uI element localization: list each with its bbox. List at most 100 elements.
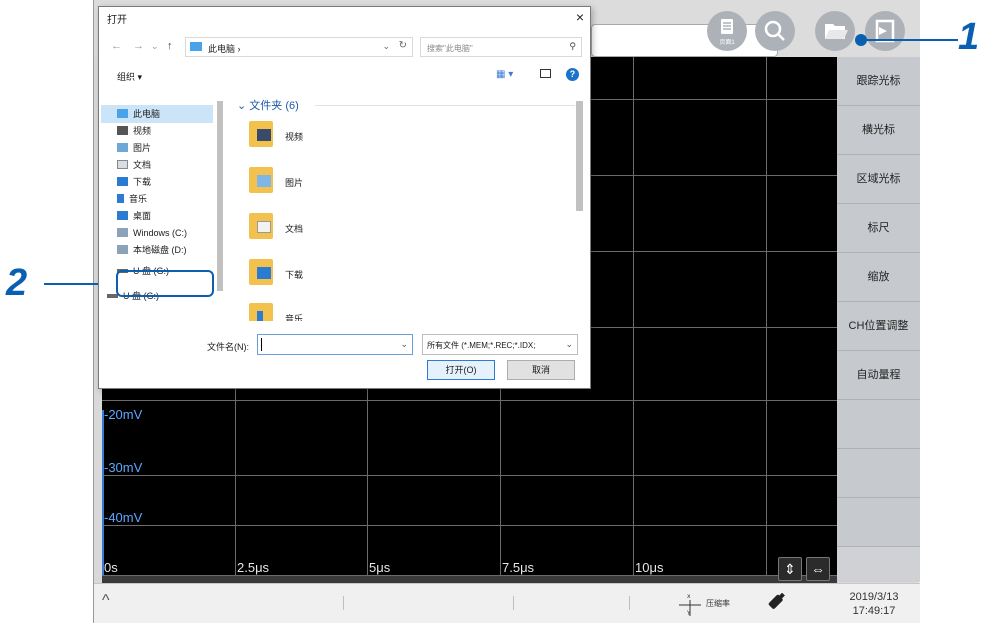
nav-item-label: 视频	[133, 126, 152, 136]
open-file-button[interactable]	[815, 11, 855, 51]
x-axis-label: 0s	[104, 560, 118, 575]
page-button[interactable]: 页面1	[707, 11, 747, 51]
view-options-icon[interactable]: ▦ ▾	[496, 69, 513, 80]
nav-item-drive-d[interactable]: 本地磁盘 (D:)	[117, 242, 187, 258]
nav-item-pictures[interactable]: 图片	[117, 140, 151, 156]
nav-item-videos[interactable]: 视频	[117, 123, 151, 139]
separator	[513, 596, 514, 610]
filetype-value: 所有文件 (*.MEM;*.REC;*.IDX;	[427, 341, 536, 350]
nav-item-label: 下载	[133, 177, 152, 187]
up-arrow-icon[interactable]: ↑	[167, 40, 173, 52]
music-overlay	[257, 311, 263, 321]
svg-text:Y: Y	[686, 610, 691, 617]
vertical-arrows-icon: ⇕	[784, 561, 796, 577]
organize-menu[interactable]: 组织 ▾	[117, 70, 142, 83]
pc-icon	[117, 109, 128, 118]
nav-item-downloads[interactable]: 下载	[117, 174, 151, 190]
text-caret	[261, 338, 262, 351]
forward-arrow-icon[interactable]: →	[133, 40, 144, 52]
y-axis-label: -40mV	[104, 510, 143, 525]
callout-number: 2	[6, 262, 28, 304]
x-axis-label: 7.5μs	[502, 560, 535, 575]
pc-icon	[190, 42, 202, 51]
horizontal-expand-button[interactable]: ⇔	[806, 557, 830, 581]
chevron-down-icon[interactable]: ⌄	[400, 339, 408, 350]
nav-scrollbar[interactable]	[214, 89, 225, 321]
nav-item-label: 桌面	[133, 211, 152, 221]
back-arrow-icon[interactable]: ←	[111, 40, 122, 52]
grid-line	[102, 475, 837, 476]
empty-sidebar-button[interactable]	[837, 400, 920, 449]
help-icon[interactable]: ?	[566, 68, 579, 81]
zoom-sidebar-button[interactable]: 缩放	[837, 253, 920, 302]
export-button[interactable]	[865, 11, 905, 51]
right-sidebar: 跟踪光标 横光标 区域光标 标尺 缩放 CH位置调整 自动量程	[837, 57, 920, 582]
divider	[315, 105, 575, 106]
folder-label: 图片	[285, 178, 304, 188]
nav-item-desktop[interactable]: 桌面	[117, 208, 151, 224]
area-cursor-button[interactable]: 区域光标	[837, 155, 920, 204]
expand-caret-icon[interactable]: ^	[102, 592, 110, 610]
search-box[interactable]: 搜索"此电脑" ⚲	[420, 37, 582, 57]
scroll-thumb[interactable]	[217, 101, 223, 291]
xy-compress-icon[interactable]: x Y	[677, 592, 703, 618]
filename-label: 文件名(N):	[207, 342, 249, 352]
x-axis-label: 2.5μs	[237, 560, 270, 575]
chevron-down-icon[interactable]: ⌄	[151, 41, 159, 52]
chevron-down-icon: ⌄	[565, 339, 573, 349]
scroll-thumb[interactable]	[576, 101, 583, 211]
separator	[629, 596, 630, 610]
folder-label: 音乐	[285, 314, 304, 321]
address-bar[interactable]: 此电脑 › ⌄ ↻	[185, 37, 413, 57]
nav-item-documents[interactable]: 文档	[117, 157, 151, 173]
preview-pane-icon[interactable]	[540, 69, 551, 78]
trace-cursor-button[interactable]: 跟踪光标	[837, 57, 920, 106]
ruler-button[interactable]: 标尺	[837, 204, 920, 253]
nav-item-music[interactable]: 音乐	[117, 191, 147, 207]
horizontal-arrows-icon: ⇔	[811, 561, 825, 577]
command-row: 组织 ▾ ▦ ▾ ?	[99, 65, 590, 87]
search-icon[interactable]: ⚲	[569, 41, 576, 52]
video-folder-icon	[249, 121, 273, 147]
nav-item-label: Windows (C:)	[133, 228, 188, 238]
ch-position-button[interactable]: CH位置调整	[837, 302, 920, 351]
chevron-down-icon[interactable]: ⌄	[382, 41, 390, 52]
plot-scrollbar[interactable]	[102, 575, 837, 583]
file-scrollbar[interactable]	[573, 89, 585, 321]
nav-item-label: 音乐	[129, 194, 148, 204]
vertical-expand-button[interactable]: ⇕	[778, 557, 802, 581]
picture-icon	[117, 143, 128, 152]
open-folder-icon	[825, 24, 848, 39]
folder-label: 视频	[285, 132, 304, 142]
nav-item-this-pc[interactable]: 此电脑	[117, 106, 160, 122]
svg-text:x: x	[687, 593, 691, 600]
cancel-button[interactable]: 取消	[507, 360, 575, 380]
navigation-row: ← → ⌄ ↑ 此电脑 › ⌄ ↻ 搜索"此电脑" ⚲	[99, 33, 590, 61]
y-axis-label: -20mV	[104, 407, 143, 422]
drive-icon	[117, 228, 128, 237]
zoom-button[interactable]	[755, 11, 795, 51]
refresh-icon[interactable]: ↻	[399, 40, 407, 51]
y-axis-label: -30mV	[104, 460, 143, 475]
open-button[interactable]: 打开(O)	[427, 360, 495, 380]
address-path: 此电脑 ›	[208, 44, 241, 54]
horizontal-cursor-button[interactable]: 横光标	[837, 106, 920, 155]
download-overlay	[257, 267, 271, 279]
nav-item-drive-c[interactable]: Windows (C:)	[117, 225, 187, 241]
empty-sidebar-button[interactable]	[837, 498, 920, 547]
document-icon	[117, 160, 128, 169]
datetime: 2019/3/13 17:49:17	[834, 590, 914, 618]
auto-range-button[interactable]: 自动量程	[837, 351, 920, 400]
zoom-icon	[764, 20, 785, 41]
empty-sidebar-button[interactable]	[837, 449, 920, 498]
folder-label: 文档	[285, 224, 304, 234]
folder-group-header[interactable]: ⌄ 文件夹 (6)	[237, 97, 299, 113]
filetype-select[interactable]: 所有文件 (*.MEM;*.REC;*.IDX; ⌄	[422, 334, 578, 355]
close-icon[interactable]: ×	[576, 9, 584, 25]
x-axis-label: 10μs	[635, 560, 664, 575]
filename-input[interactable]: ⌄	[257, 334, 413, 355]
nav-item-label: 本地磁盘 (D:)	[133, 245, 187, 255]
callout-line	[860, 39, 958, 41]
drive-icon	[117, 245, 128, 254]
channel-dropdown[interactable]: ⌵	[591, 24, 778, 57]
